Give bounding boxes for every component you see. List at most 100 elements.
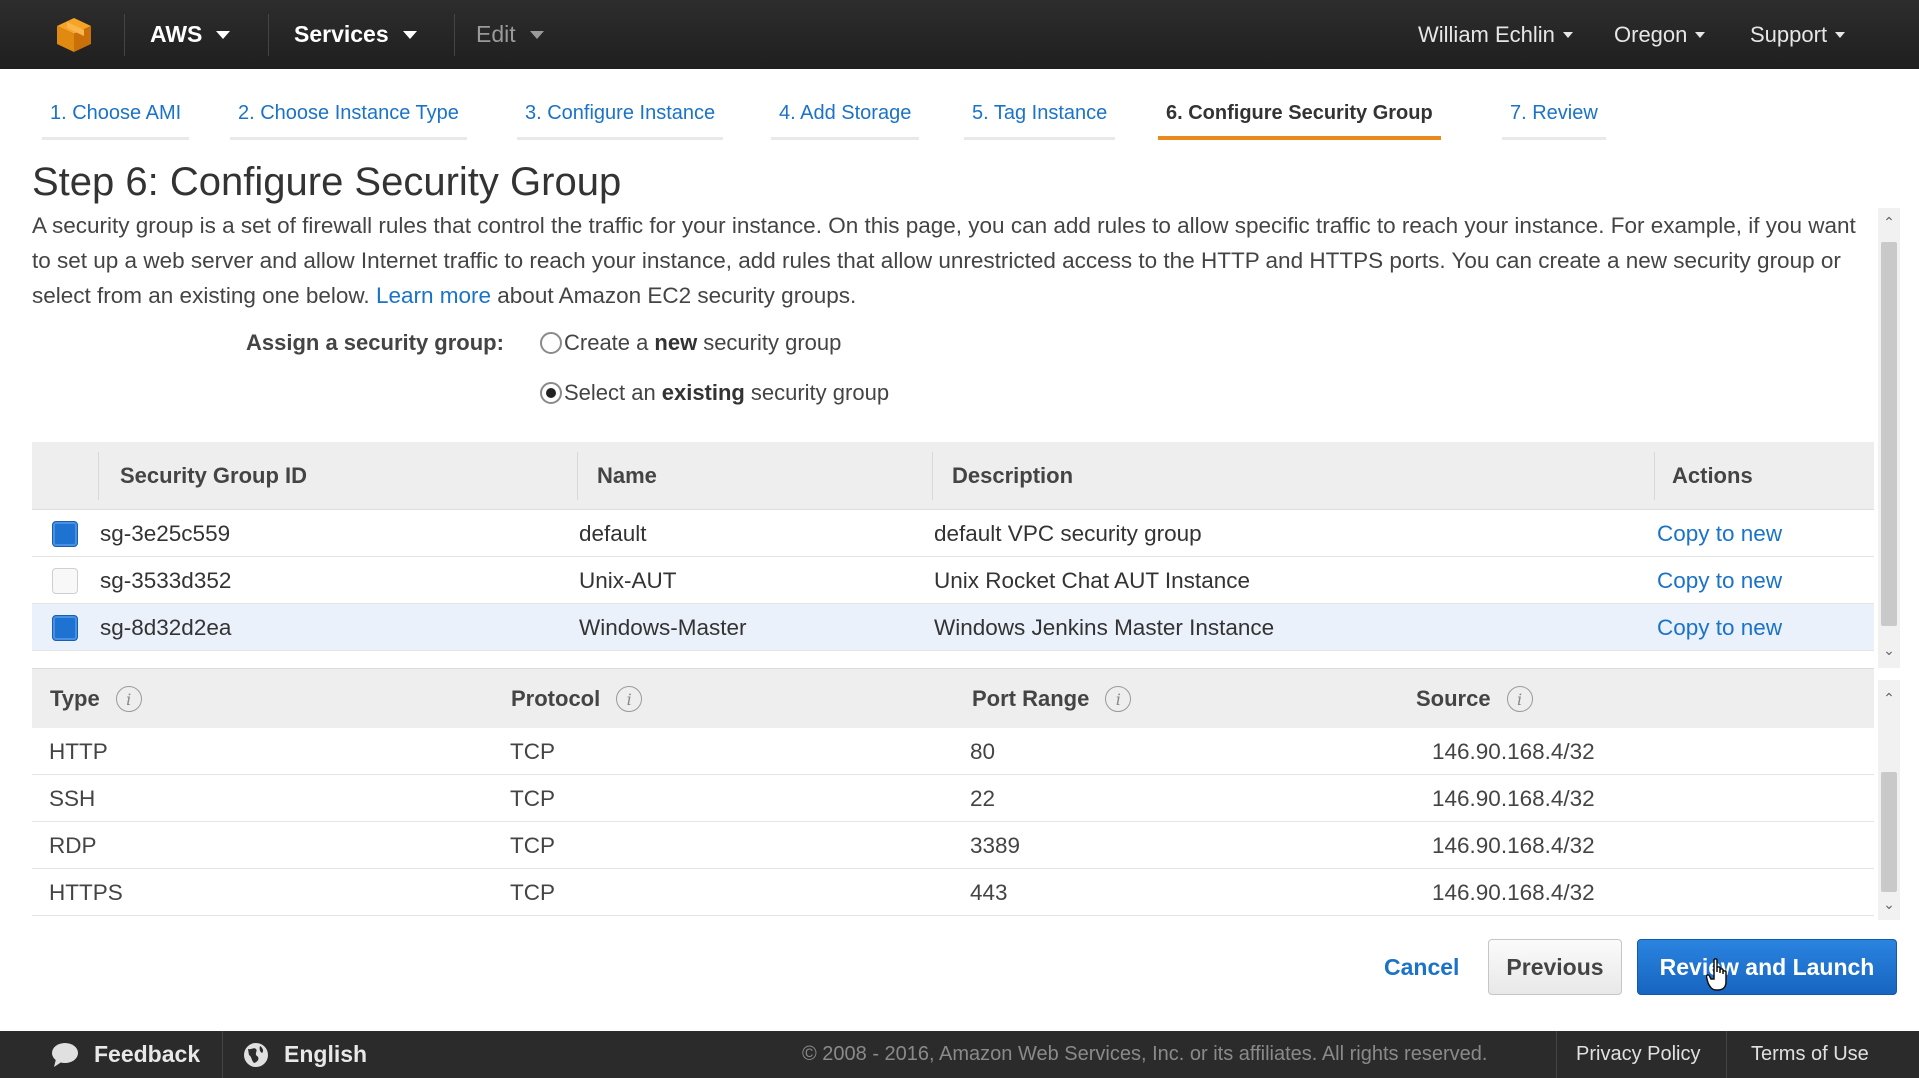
info-icon[interactable]: i xyxy=(1506,686,1533,712)
rule-port: 3389 xyxy=(970,832,1021,858)
scroll-up-icon[interactable]: ⌃ xyxy=(1883,691,1895,705)
scroll-up-icon[interactable]: ⌃ xyxy=(1883,215,1895,229)
copy-to-new-link[interactable]: Copy to new xyxy=(1657,510,1782,557)
region-menu[interactable]: Oregon xyxy=(1614,0,1706,69)
copyright-text: © 2008 - 2016, Amazon Web Services, Inc.… xyxy=(802,1043,1488,1065)
tab-choose-instance-type[interactable]: 2. Choose Instance Type xyxy=(230,96,467,140)
speech-bubble-icon xyxy=(52,1042,78,1067)
security-group-name: Windows-Master xyxy=(579,614,747,640)
info-icon[interactable]: i xyxy=(1105,686,1132,712)
intro-text: A security group is a set of firewall ru… xyxy=(32,213,1856,308)
tab-configure-instance[interactable]: 3. Configure Instance xyxy=(516,96,724,140)
column-header-type: Type i xyxy=(50,669,142,729)
radio-select-existing-security-group[interactable]: Select an existing security group xyxy=(540,380,889,406)
region-menu-label: Oregon xyxy=(1614,21,1688,47)
intro-suffix: about Amazon EC2 security groups. xyxy=(497,283,857,308)
footer-divider xyxy=(1726,1031,1727,1078)
scrollbar-thumb[interactable] xyxy=(1881,772,1897,892)
table-header: Type i Protocol i Port Range i Source i xyxy=(32,668,1874,728)
radio-existing-prefix: Select an xyxy=(564,380,656,405)
radio-button-selected[interactable] xyxy=(540,382,562,404)
column-header-actions: Actions xyxy=(1672,463,1753,488)
column-divider xyxy=(932,452,933,500)
tab-choose-ami[interactable]: 1. Choose AMI xyxy=(41,96,190,140)
info-icon[interactable]: i xyxy=(115,686,142,712)
feedback-link[interactable]: Feedback xyxy=(50,1031,200,1078)
rule-protocol: TCP xyxy=(510,785,555,811)
table-row: SSH TCP 22 146.90.168.4/32 xyxy=(32,775,1874,822)
column-divider xyxy=(98,452,99,500)
row-checkbox[interactable] xyxy=(52,567,78,594)
rule-protocol: TCP xyxy=(510,832,555,858)
privacy-policy-link[interactable]: Privacy Policy xyxy=(1576,1031,1700,1078)
radio-button[interactable] xyxy=(540,332,562,354)
tab-tag-instance[interactable]: 5. Tag Instance xyxy=(963,96,1116,140)
rule-type: SSH xyxy=(49,785,96,811)
services-menu[interactable]: Services xyxy=(294,0,417,69)
globe-icon xyxy=(244,1042,268,1067)
aws-cube-logo-icon[interactable] xyxy=(54,16,94,54)
intro-paragraph: A security group is a set of firewall ru… xyxy=(32,208,1867,313)
scroll-down-icon[interactable]: ⌄ xyxy=(1883,643,1895,657)
radio-new-prefix: Create a xyxy=(564,330,649,355)
security-group-description: Unix Rocket Chat AUT Instance xyxy=(934,567,1250,593)
radio-new-suffix: security group xyxy=(703,330,842,355)
rule-source: 146.90.168.4/32 xyxy=(1432,785,1595,811)
learn-more-link[interactable]: Learn more xyxy=(376,283,491,308)
table-header: Security Group ID Name Description Actio… xyxy=(32,442,1874,510)
rule-port: 443 xyxy=(970,879,1008,905)
scrollbar-thumb[interactable] xyxy=(1881,242,1897,626)
rule-protocol: TCP xyxy=(510,738,555,764)
column-divider xyxy=(577,452,578,500)
edit-menu[interactable]: Edit xyxy=(476,0,544,69)
terms-of-use-link[interactable]: Terms of Use xyxy=(1751,1031,1869,1078)
tab-review[interactable]: 7. Review xyxy=(1502,96,1606,140)
language-selector[interactable]: English xyxy=(242,1031,367,1078)
edit-menu-label: Edit xyxy=(476,21,516,47)
column-header-description[interactable]: Description xyxy=(952,442,1073,510)
rules-scrollbar[interactable]: ⌃ ⌄ xyxy=(1878,680,1900,920)
security-group-id: sg-3e25c559 xyxy=(100,520,231,546)
cancel-button[interactable]: Cancel xyxy=(1384,944,1459,990)
footer-divider xyxy=(1556,1031,1557,1078)
copy-to-new-link[interactable]: Copy to new xyxy=(1657,557,1782,604)
rule-type: RDP xyxy=(49,832,97,858)
hand-cursor-icon xyxy=(1706,958,1727,991)
rule-source: 146.90.168.4/32 xyxy=(1432,738,1595,764)
rule-port: 22 xyxy=(970,785,996,811)
rule-protocol: TCP xyxy=(510,879,555,905)
radio-existing-suffix: security group xyxy=(750,380,890,405)
chevron-down-icon xyxy=(402,30,417,39)
security-group-scrollbar[interactable]: ⌃ ⌄ xyxy=(1878,208,1900,668)
copy-to-new-link[interactable]: Copy to new xyxy=(1657,604,1782,651)
page-title: Step 6: Configure Security Group xyxy=(32,160,622,204)
support-menu-label: Support xyxy=(1750,21,1828,47)
table-row[interactable]: sg-3533d352 Unix-AUT Unix Rocket Chat AU… xyxy=(32,557,1874,604)
row-checkbox[interactable] xyxy=(52,520,78,547)
chevron-down-icon xyxy=(529,30,544,39)
radio-create-new-security-group[interactable]: Create a new security group xyxy=(540,330,841,356)
previous-button[interactable]: Previous xyxy=(1488,939,1622,995)
chevron-down-icon xyxy=(1562,31,1573,38)
aws-menu[interactable]: AWS xyxy=(150,0,231,69)
column-header-security-group-id[interactable]: Security Group ID xyxy=(120,442,307,510)
support-menu[interactable]: Support xyxy=(1750,0,1846,69)
tab-add-storage[interactable]: 4. Add Storage xyxy=(770,96,920,140)
user-menu[interactable]: William Echlin xyxy=(1418,0,1573,69)
nav-divider xyxy=(454,14,455,56)
table-row[interactable]: sg-8d32d2ea Windows-Master Windows Jenki… xyxy=(32,604,1874,651)
table-row: HTTPS TCP 443 146.90.168.4/32 xyxy=(32,869,1874,916)
rule-type: HTTPS xyxy=(49,879,123,905)
tab-configure-security-group[interactable]: 6. Configure Security Group xyxy=(1158,96,1441,140)
table-row[interactable]: sg-3e25c559 default default VPC security… xyxy=(32,510,1874,557)
scroll-down-icon[interactable]: ⌄ xyxy=(1883,897,1895,911)
column-header-name[interactable]: Name xyxy=(597,442,657,510)
inbound-rules-table: Type i Protocol i Port Range i Source i … xyxy=(32,668,1874,916)
info-icon[interactable]: i xyxy=(616,686,643,712)
review-and-launch-button[interactable]: Review and Launch xyxy=(1637,939,1897,995)
security-group-description: Windows Jenkins Master Instance xyxy=(934,614,1275,640)
column-header-type-label: Type xyxy=(50,686,100,711)
row-checkbox[interactable] xyxy=(52,614,78,641)
radio-new-bold: new xyxy=(654,330,698,355)
nav-divider xyxy=(124,14,125,56)
